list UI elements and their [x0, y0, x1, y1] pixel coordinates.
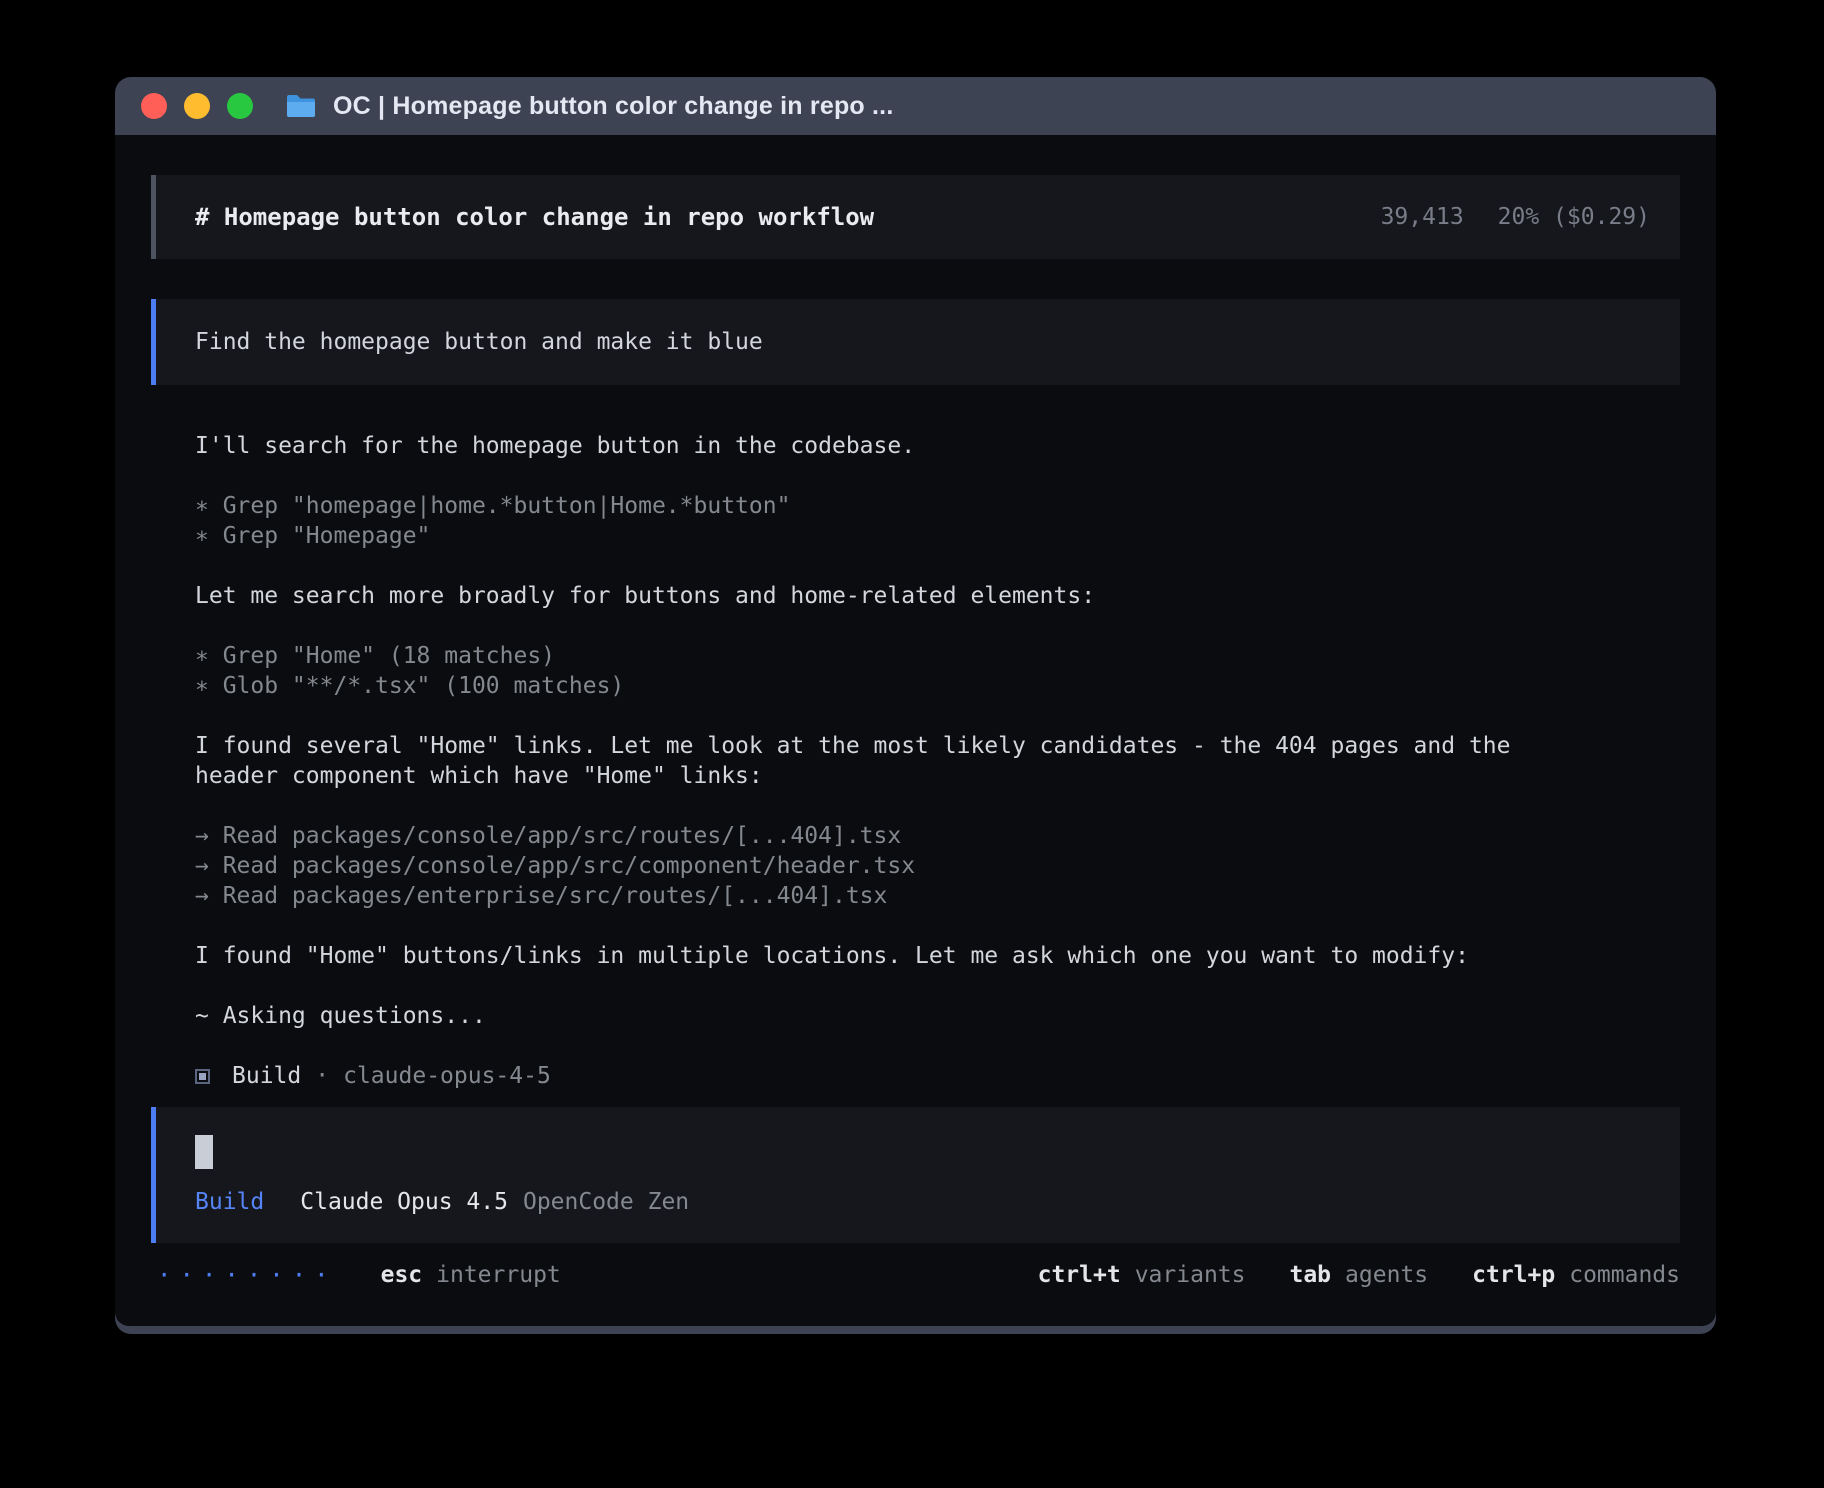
agent-name: Build [232, 1061, 301, 1091]
interrupt-hint[interactable]: esc interrupt [381, 1262, 561, 1288]
zoom-button[interactable] [227, 93, 253, 119]
context-cost: 20% ($0.29) [1498, 204, 1650, 230]
assistant-text: I found several "Home" links. Let me loo… [195, 731, 1575, 791]
tool-call-group: → Read packages/console/app/src/routes/[… [195, 821, 1680, 911]
token-count: 39,413 [1381, 204, 1464, 230]
model-name[interactable]: Claude Opus 4.5 [300, 1189, 508, 1215]
esc-key: esc [381, 1262, 423, 1288]
agent-model: claude-opus-4-5 [343, 1061, 551, 1091]
status-bar: ········ esc interrupt ctrl+t variants t… [151, 1261, 1680, 1289]
tool-call-grep: ∗ Grep "homepage|home.*button|Home.*butt… [195, 491, 1575, 521]
user-message: Find the homepage button and make it blu… [151, 299, 1680, 385]
commands-label: commands [1569, 1262, 1680, 1288]
tool-call-group: ∗ Grep "Home" (18 matches) ∗ Glob "**/*.… [195, 641, 1680, 701]
assistant-text: Let me search more broadly for buttons a… [195, 581, 1575, 611]
text-cursor [195, 1135, 213, 1169]
variants-hint[interactable]: ctrl+t variants [1038, 1262, 1246, 1288]
working-status: ~ Asking questions... [195, 1001, 1575, 1031]
tool-call-grep: ∗ Grep "Home" (18 matches) [195, 641, 1575, 671]
titlebar[interactable]: OC | Homepage button color change in rep… [115, 77, 1716, 135]
terminal-window: OC | Homepage button color change in rep… [115, 77, 1716, 1334]
session-header: # Homepage button color change in repo w… [151, 175, 1680, 259]
user-message-text: Find the homepage button and make it blu… [195, 329, 763, 355]
tool-call-glob: ∗ Glob "**/*.tsx" (100 matches) [195, 671, 1575, 701]
variants-key: ctrl+t [1038, 1262, 1121, 1288]
agents-hint[interactable]: tab agents [1289, 1262, 1428, 1288]
agent-square-icon [195, 1069, 210, 1084]
tool-call-read: → Read packages/enterprise/src/routes/[.… [195, 881, 1575, 911]
traffic-lights [141, 93, 253, 119]
tool-call-read: → Read packages/console/app/src/routes/[… [195, 821, 1575, 851]
transcript: I'll search for the homepage button in t… [195, 431, 1680, 1091]
commands-hint[interactable]: ctrl+p commands [1472, 1262, 1680, 1288]
session-stats: 39,413 20% ($0.29) [1381, 204, 1650, 230]
status-right: ctrl+t variants tab agents ctrl+p comman… [1038, 1262, 1680, 1288]
close-button[interactable] [141, 93, 167, 119]
tool-call-group: ∗ Grep "homepage|home.*button|Home.*butt… [195, 491, 1680, 551]
agent-separator: · [315, 1061, 329, 1091]
agents-key: tab [1289, 1262, 1331, 1288]
status-left: ········ esc interrupt [151, 1261, 561, 1289]
commands-key: ctrl+p [1472, 1262, 1555, 1288]
agents-label: agents [1345, 1262, 1428, 1288]
assistant-text: I found "Home" buttons/links in multiple… [195, 941, 1575, 971]
input-mode-line: Build Claude Opus 4.5 OpenCode Zen [195, 1189, 1650, 1215]
agent-indicator: Build · claude-opus-4-5 [195, 1061, 1680, 1091]
tool-call-grep: ∗ Grep "Homepage" [195, 521, 1575, 551]
folder-icon [285, 93, 317, 119]
tool-call-read: → Read packages/console/app/src/componen… [195, 851, 1575, 881]
provider-name: OpenCode Zen [523, 1189, 689, 1215]
prompt-input[interactable]: Build Claude Opus 4.5 OpenCode Zen [151, 1107, 1680, 1243]
esc-label: interrupt [436, 1262, 561, 1288]
variants-label: variants [1135, 1262, 1246, 1288]
agent-mode-label[interactable]: Build [195, 1189, 264, 1215]
window-title: OC | Homepage button color change in rep… [333, 92, 893, 121]
assistant-text: I'll search for the homepage button in t… [195, 431, 1575, 461]
spinner-dots: ········ [157, 1261, 337, 1289]
terminal-content: # Homepage button color change in repo w… [115, 135, 1716, 1326]
minimize-button[interactable] [184, 93, 210, 119]
session-title: # Homepage button color change in repo w… [195, 203, 874, 231]
